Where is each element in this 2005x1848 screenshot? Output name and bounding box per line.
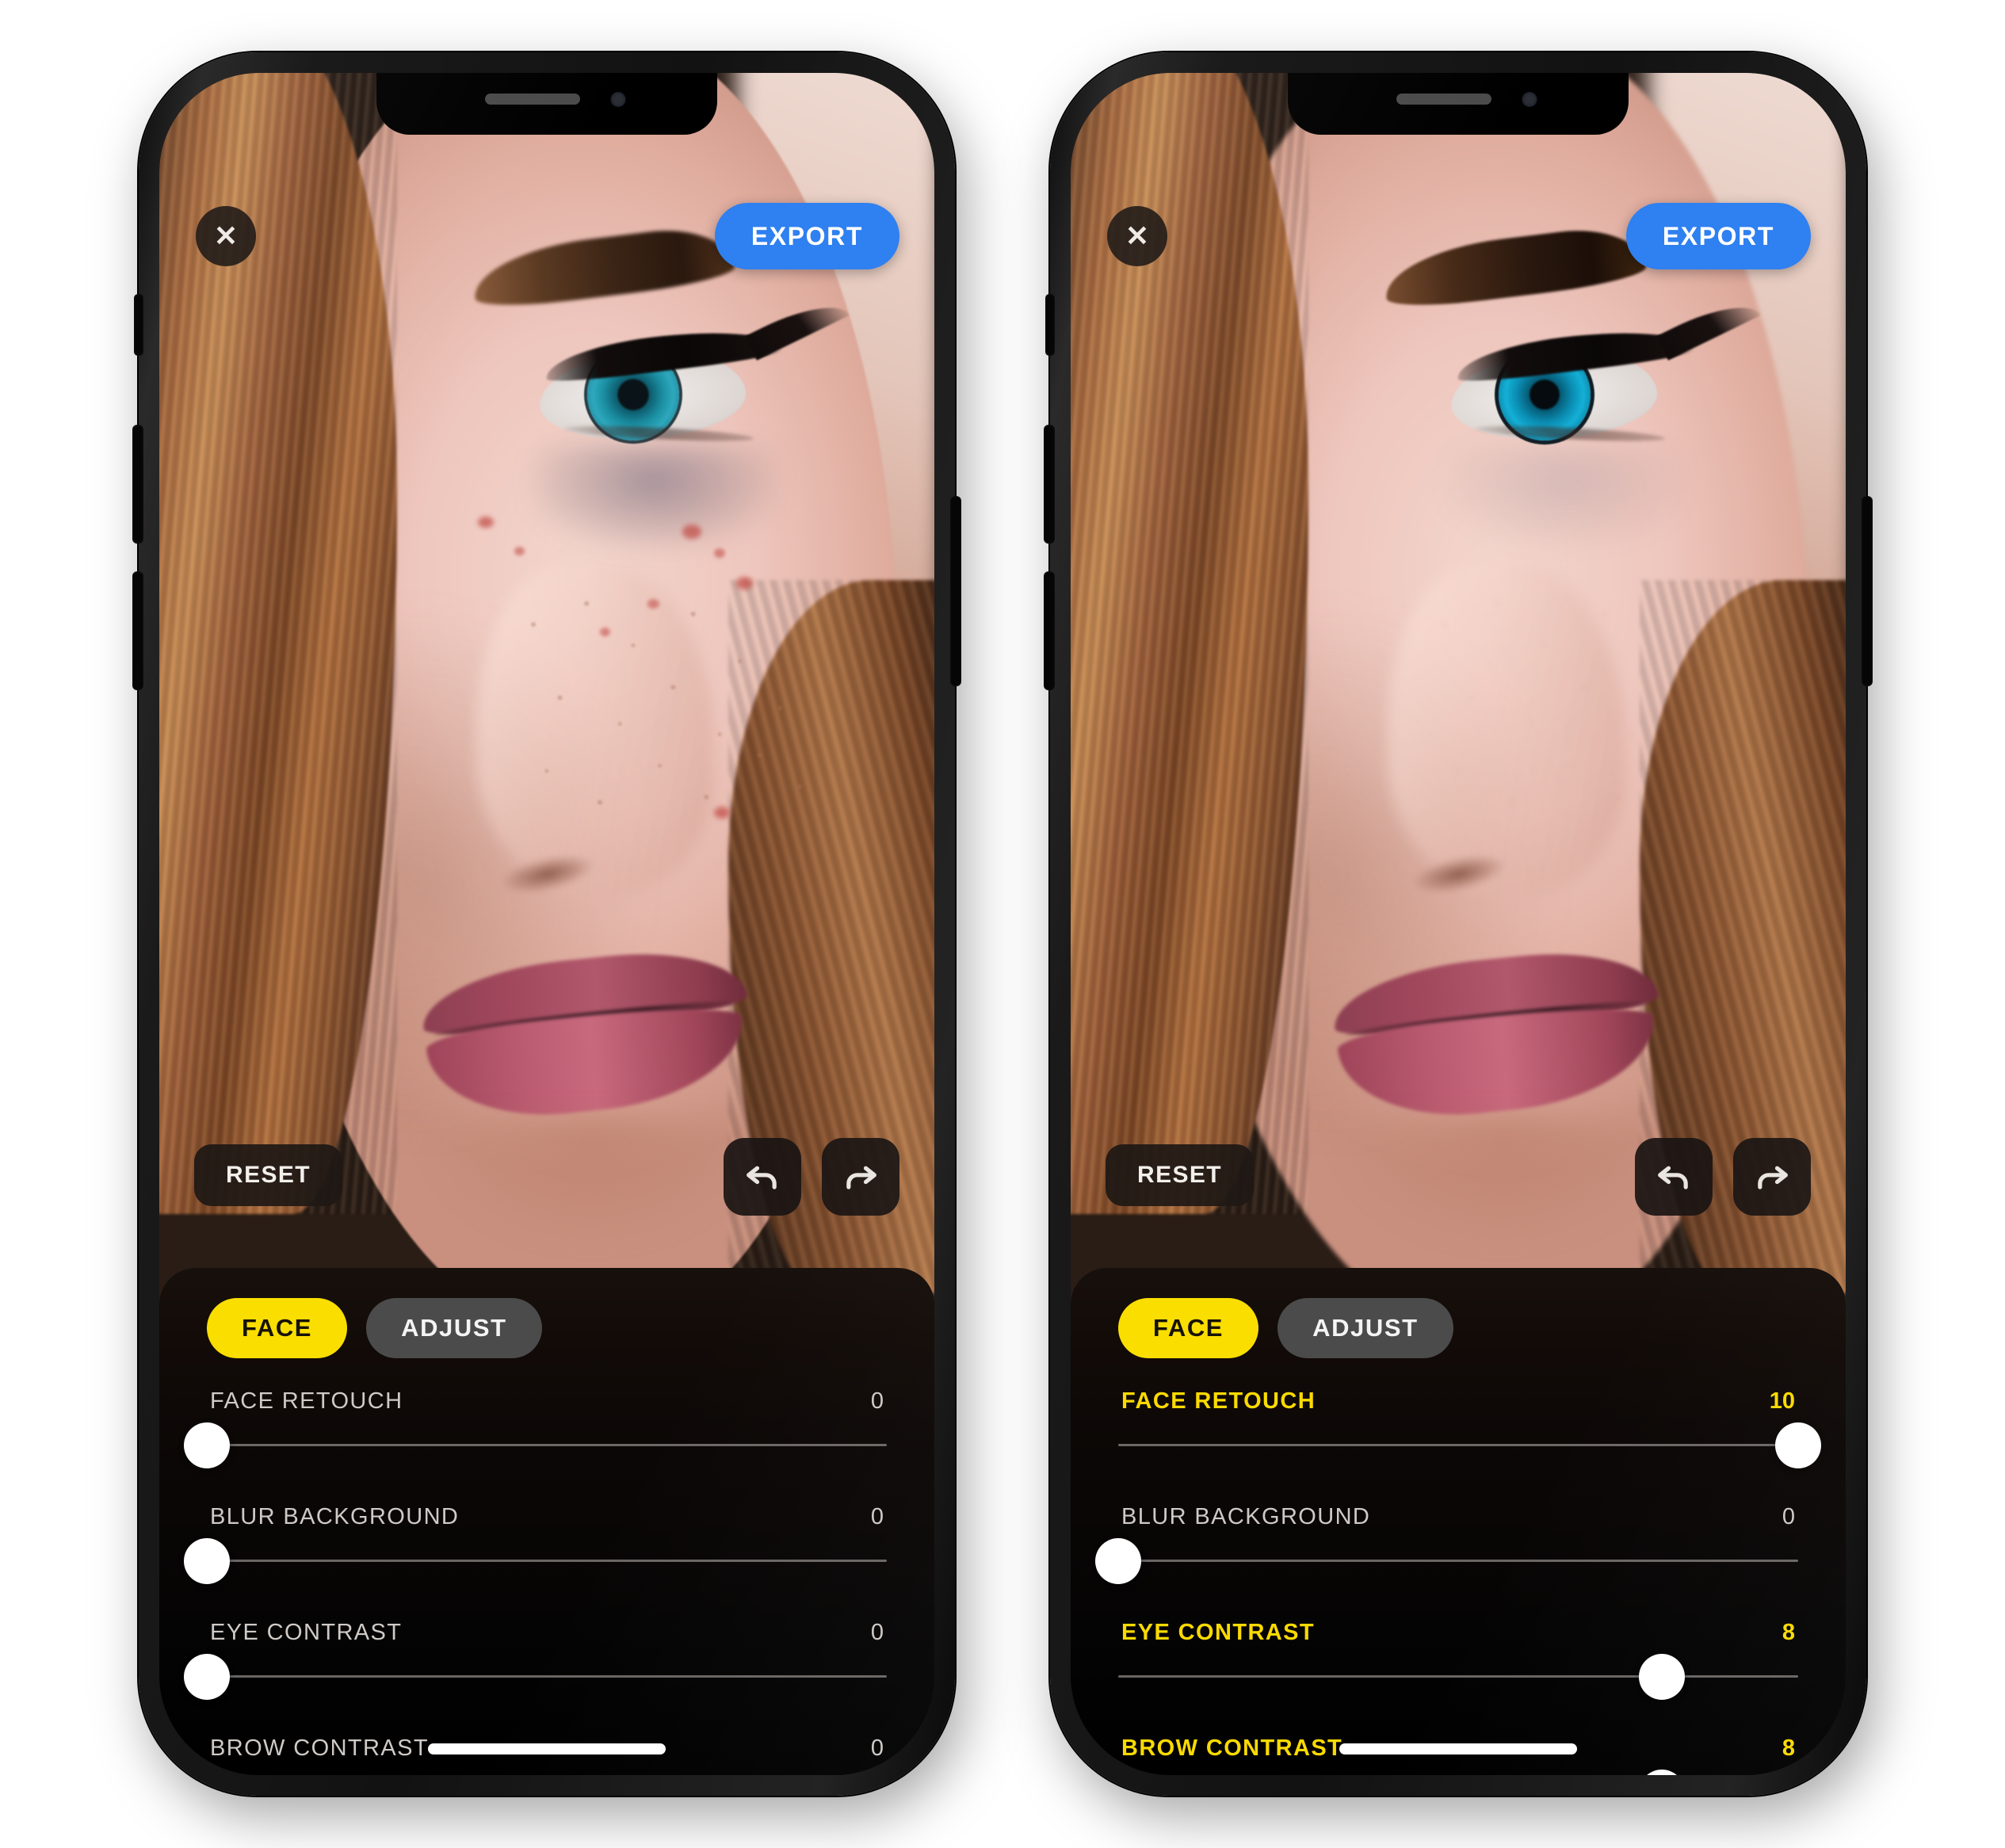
slider-track[interactable]: [207, 1675, 887, 1678]
adjust-panel-after: FACE ADJUST FACE RETOUCH 10 BLUR BACKGRO…: [1071, 1268, 1846, 1775]
phone-body: ✕ EXPORT RESET FACE ADJUST FACE RETOUCH …: [1071, 73, 1846, 1775]
tab-face[interactable]: FACE: [1118, 1298, 1259, 1358]
undo-button[interactable]: [1635, 1138, 1713, 1216]
slider-list-before: FACE RETOUCH 0 BLUR BACKGROUND 0 EYE CON…: [184, 1388, 887, 1775]
slider-face-retouch[interactable]: FACE RETOUCH 10: [1118, 1388, 1821, 1504]
reset-button-label: RESET: [226, 1162, 311, 1188]
tab-bar: FACE ADJUST: [207, 1298, 887, 1358]
slider-track[interactable]: [1118, 1444, 1798, 1446]
export-button-label: EXPORT: [1662, 221, 1774, 250]
phone-screen-before: ✕ EXPORT RESET FACE ADJUST FACE RETOUCH …: [159, 73, 934, 1775]
tab-adjust-label: ADJUST: [1312, 1314, 1419, 1342]
volume-up-button[interactable]: [132, 425, 143, 544]
phone-body: ✕ EXPORT RESET FACE ADJUST FACE RETOUCH …: [159, 73, 934, 1775]
slider-thumb[interactable]: [184, 1770, 230, 1775]
home-indicator[interactable]: [1339, 1743, 1577, 1754]
slider-brow-contrast[interactable]: BROW CONTRAST 0: [184, 1735, 887, 1775]
volume-down-button[interactable]: [132, 571, 143, 690]
reset-button[interactable]: RESET: [194, 1144, 343, 1206]
export-button[interactable]: EXPORT: [1625, 203, 1811, 269]
slider-track[interactable]: [207, 1444, 887, 1446]
phone-screen-after: ✕ EXPORT RESET FACE ADJUST FACE RETOUCH …: [1071, 73, 1846, 1775]
screenshot-stage: ✕ EXPORT RESET FACE ADJUST FACE RETOUCH …: [0, 0, 2005, 1848]
undo-arrow-icon: [1658, 1166, 1688, 1189]
editor-overlay-after: ✕ EXPORT RESET FACE ADJUST FACE RETOUCH …: [1071, 73, 1846, 1775]
tab-adjust[interactable]: ADJUST: [1277, 1298, 1453, 1358]
earpiece-speaker: [1396, 94, 1491, 105]
close-button[interactable]: ✕: [1107, 206, 1167, 266]
slider-face-retouch[interactable]: FACE RETOUCH 0: [184, 1388, 887, 1504]
slider-track[interactable]: [1118, 1560, 1798, 1562]
tab-bar: FACE ADJUST: [1118, 1298, 1798, 1358]
tab-adjust[interactable]: ADJUST: [366, 1298, 542, 1358]
tab-face[interactable]: FACE: [207, 1298, 348, 1358]
front-camera-icon: [1522, 92, 1537, 107]
volume-down-button[interactable]: [1044, 571, 1055, 690]
notch: [1288, 73, 1629, 135]
slider-value: 0: [870, 1388, 884, 1414]
redo-arrow-icon: [846, 1166, 876, 1189]
close-icon: ✕: [1125, 220, 1150, 252]
tab-adjust-label: ADJUST: [401, 1314, 507, 1342]
slider-track[interactable]: [1118, 1675, 1798, 1678]
slider-blur-background[interactable]: BLUR BACKGROUND 0: [1095, 1504, 1798, 1620]
slider-label: BROW CONTRAST: [210, 1735, 429, 1761]
slider-label: EYE CONTRAST: [1121, 1620, 1315, 1645]
adjust-panel-before: FACE ADJUST FACE RETOUCH 0 BLUR BACKGROU…: [159, 1268, 934, 1775]
slider-list-after: FACE RETOUCH 10 BLUR BACKGROUND 0 EYE CO…: [1095, 1388, 1821, 1775]
slider-value: 10: [1769, 1388, 1795, 1414]
redo-button[interactable]: [822, 1138, 899, 1216]
tab-face-label: FACE: [242, 1314, 313, 1342]
front-camera-icon: [610, 92, 626, 107]
slider-label: FACE RETOUCH: [210, 1388, 403, 1414]
slider-thumb[interactable]: [1095, 1538, 1141, 1584]
reset-button[interactable]: RESET: [1106, 1144, 1255, 1206]
slider-blur-background[interactable]: BLUR BACKGROUND 0: [184, 1504, 887, 1620]
earpiece-speaker: [485, 94, 580, 105]
silent-switch[interactable]: [1045, 294, 1055, 356]
slider-thumb[interactable]: [184, 1422, 230, 1468]
slider-value: 0: [870, 1735, 884, 1761]
slider-value: 0: [1782, 1504, 1795, 1529]
notch: [376, 73, 717, 135]
volume-up-button[interactable]: [1044, 425, 1055, 544]
slider-value: 0: [870, 1620, 884, 1645]
reset-button-label: RESET: [1137, 1162, 1223, 1188]
redo-arrow-icon: [1758, 1166, 1788, 1189]
slider-label: FACE RETOUCH: [1121, 1388, 1316, 1414]
tab-face-label: FACE: [1153, 1314, 1224, 1342]
slider-track[interactable]: [207, 1560, 887, 1562]
slider-thumb[interactable]: [1639, 1770, 1686, 1775]
history-controls: [1635, 1138, 1811, 1216]
slider-brow-contrast[interactable]: BROW CONTRAST 8: [1118, 1735, 1798, 1775]
slider-value: 8: [1782, 1735, 1795, 1761]
silent-switch[interactable]: [134, 294, 143, 356]
slider-label: BLUR BACKGROUND: [1121, 1504, 1371, 1529]
slider-label: BLUR BACKGROUND: [210, 1504, 460, 1529]
slider-value: 0: [870, 1504, 884, 1529]
power-button[interactable]: [1862, 496, 1873, 686]
slider-thumb[interactable]: [1775, 1422, 1821, 1468]
editor-overlay-before: ✕ EXPORT RESET FACE ADJUST FACE RETOUCH …: [159, 73, 934, 1775]
phone-mockup-after: ✕ EXPORT RESET FACE ADJUST FACE RETOUCH …: [1044, 52, 1873, 1796]
slider-thumb[interactable]: [1639, 1654, 1686, 1700]
power-button[interactable]: [950, 496, 961, 686]
export-button-label: EXPORT: [750, 221, 863, 250]
close-button[interactable]: ✕: [196, 206, 256, 266]
undo-button[interactable]: [724, 1138, 801, 1216]
slider-eye-contrast[interactable]: EYE CONTRAST 8: [1118, 1620, 1798, 1735]
redo-button[interactable]: [1733, 1138, 1811, 1216]
slider-value: 8: [1782, 1620, 1795, 1645]
export-button[interactable]: EXPORT: [714, 203, 899, 269]
history-controls: [724, 1138, 899, 1216]
slider-thumb[interactable]: [184, 1538, 230, 1584]
close-icon: ✕: [213, 220, 239, 252]
undo-arrow-icon: [747, 1166, 777, 1189]
slider-label: EYE CONTRAST: [210, 1620, 403, 1645]
slider-label: BROW CONTRAST: [1121, 1735, 1343, 1761]
slider-thumb[interactable]: [184, 1654, 230, 1700]
home-indicator[interactable]: [428, 1743, 666, 1754]
phone-mockup-before: ✕ EXPORT RESET FACE ADJUST FACE RETOUCH …: [132, 52, 961, 1796]
slider-eye-contrast[interactable]: EYE CONTRAST 0: [184, 1620, 887, 1735]
